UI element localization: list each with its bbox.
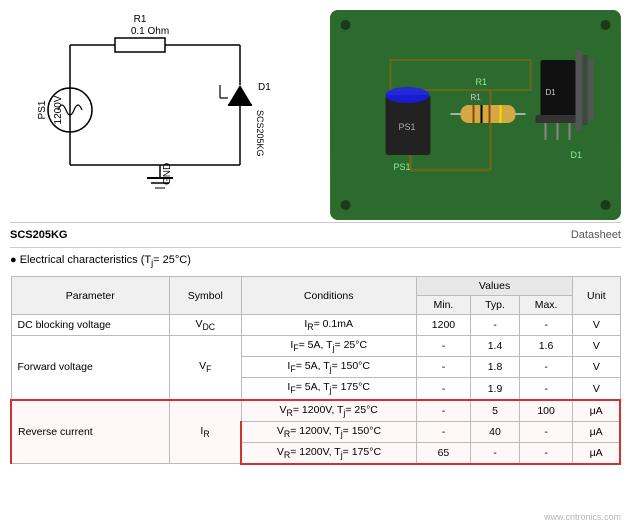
circuit-photo: PS1 R1 D1 [330,10,621,220]
ps1-value: 1200V [53,95,64,124]
min-fv1: - [416,336,470,357]
min-rc3: 65 [416,442,470,464]
table-header-row-1: Parameter Symbol Conditions Values Unit [11,277,620,296]
max-rc3: - [519,442,572,464]
r1-label: R1 [134,14,147,25]
col-min: Min. [416,296,470,315]
unit-fv3: V [573,378,620,400]
sym-ir: IR [170,400,242,464]
cond-fv2: IF= 5A, Tj= 150°C [241,357,416,378]
typ-fv1: 1.4 [471,336,520,357]
col-parameter: Parameter [11,277,170,315]
col-conditions: Conditions [241,277,416,315]
min-rc2: - [416,421,470,442]
col-typ: Typ. [471,296,520,315]
cond-dc: IR= 0.1mA [241,315,416,336]
table-row-highlight-first: Reverse current IR VR= 1200V, Tj= 25°C -… [11,400,620,422]
unit-rc1: μA [573,400,620,422]
min-fv2: - [416,357,470,378]
svg-text:PS1: PS1 [394,162,411,172]
page-wrapper: R1 0.1 Ohm PS1 1200V [0,0,631,465]
typ-fv3: 1.9 [471,378,520,400]
cond-rc1: VR= 1200V, Tj= 25°C [241,400,416,422]
max-dc: - [519,315,572,336]
cond-fv3: IF= 5A, Tj= 175°C [241,378,416,400]
cond-rc2: VR= 1200V, Tj= 150°C [241,421,416,442]
min-fv3: - [416,378,470,400]
typ-dc: - [471,315,520,336]
electrical-table: Parameter Symbol Conditions Values Unit … [10,276,621,465]
ps1-label: PS1 [37,100,48,119]
unit-fv2: V [573,357,620,378]
param-reverse-current: Reverse current [11,400,170,464]
circuit-svg: R1 0.1 Ohm PS1 1200V [10,10,310,215]
svg-text:R1: R1 [471,93,482,102]
max-rc2: - [519,421,572,442]
d1-label: D1 [258,82,271,93]
table-head: Parameter Symbol Conditions Values Unit … [11,277,620,315]
param-forward-voltage: Forward voltage [11,336,170,400]
col-unit: Unit [573,277,620,315]
typ-rc2: 40 [471,421,520,442]
max-rc1: 100 [519,400,572,422]
svg-text:D1: D1 [571,150,583,160]
elec-characteristics-header: ● Electrical characteristics (Tj= 25°C) [0,250,631,272]
max-fv3: - [519,378,572,400]
unit-rc2: μA [573,421,620,442]
pcb-svg: PS1 R1 D1 [330,10,621,220]
doc-type: Datasheet [571,229,621,241]
svg-text:PS1: PS1 [399,122,416,132]
circuit-diagram: R1 0.1 Ohm PS1 1200V [10,10,320,220]
svg-text:D1: D1 [546,88,557,97]
col-values: Values [416,277,572,296]
tj-subscript: j [151,258,153,268]
max-fv1: 1.6 [519,336,572,357]
col-max: Max. [519,296,572,315]
max-fv2: - [519,357,572,378]
divider-1 [10,222,621,223]
sym-vdc: VDC [170,315,242,336]
min-rc1: - [416,400,470,422]
gnd-label: GND [162,163,173,185]
table-row: Forward voltage VF IF= 5A, Tj= 25°C - 1.… [11,336,620,357]
header-row: SCS205KG Datasheet [0,225,631,245]
cond-rc3: VR= 1200V, Tj= 175°C [241,442,416,464]
divider-2 [10,247,621,248]
table-row: DC blocking voltage VDC IR= 0.1mA 1200 -… [11,315,620,336]
unit-dc: V [573,315,620,336]
svg-text:R1: R1 [476,77,488,87]
table-body: DC blocking voltage VDC IR= 0.1mA 1200 -… [11,315,620,464]
typ-rc3: - [471,442,520,464]
watermark: www.cntronics.com [544,512,621,522]
d1-value: SCS205KG [255,110,265,157]
typ-rc1: 5 [471,400,520,422]
r1-value: 0.1 Ohm [131,26,169,37]
cond-fv1: IF= 5A, Tj= 25°C [241,336,416,357]
circuit-area: R1 0.1 Ohm PS1 1200V [0,0,631,220]
col-symbol: Symbol [170,277,242,315]
pcb-board: PS1 R1 D1 [330,10,621,220]
sym-vf: VF [170,336,242,400]
unit-rc3: μA [573,442,620,464]
typ-fv2: 1.8 [471,357,520,378]
param-dc-blocking: DC blocking voltage [11,315,170,336]
min-dc: 1200 [416,315,470,336]
unit-fv1: V [573,336,620,357]
part-number: SCS205KG [10,229,67,241]
